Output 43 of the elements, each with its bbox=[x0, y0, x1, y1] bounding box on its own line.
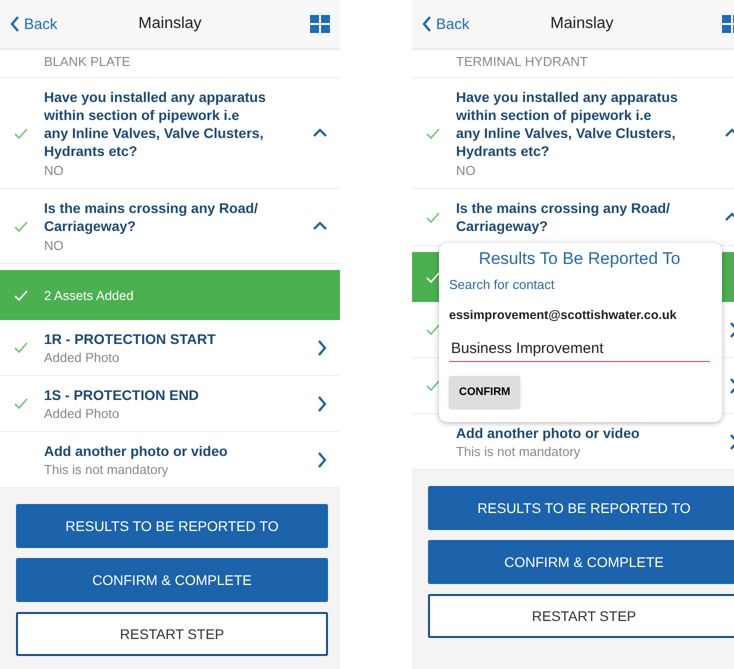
screen-title: Mainslay bbox=[549, 15, 615, 33]
grid-icon[interactable] bbox=[310, 15, 330, 33]
chevron-right-icon[interactable] bbox=[316, 452, 328, 468]
item-subtitle: Added Photo bbox=[44, 350, 120, 364]
question-text[interactable]: Is the mains crossing any Road/ Carriageway? bbox=[44, 199, 266, 235]
back-chevron-icon bbox=[422, 16, 432, 32]
chevron-right-icon[interactable] bbox=[316, 340, 328, 356]
item-title: Add another photo or video bbox=[456, 424, 641, 440]
primary-button[interactable]: RESULTS TO BE REPORTED TO bbox=[16, 504, 328, 548]
item-title: 1R - PROTECTION START bbox=[44, 330, 217, 346]
contact-email[interactable]: essimprovement@scottishwater.co.uk bbox=[449, 308, 710, 322]
item-subtitle: This is not mandatory bbox=[456, 444, 582, 458]
assets-added-text: 2 Assets Added bbox=[44, 288, 134, 302]
outline-button[interactable]: RESTART STEP bbox=[16, 612, 328, 656]
answer-text: NO bbox=[44, 163, 64, 178]
dialog-title: Results To Be Reported To bbox=[478, 249, 682, 269]
item-subtitle: This is not mandatory bbox=[44, 462, 170, 476]
answer-text: NO bbox=[456, 163, 476, 178]
answer-text: NO bbox=[44, 238, 64, 253]
confirm-button[interactable]: CONFIRM bbox=[449, 376, 520, 408]
item-title: Add another photo or video bbox=[44, 442, 229, 458]
chevron-up-icon[interactable] bbox=[312, 127, 328, 139]
previous-answer: BLANK PLATE bbox=[0, 50, 340, 78]
primary-button[interactable]: CONFIRM & COMPLETE bbox=[16, 558, 328, 602]
field-label: Search for contact bbox=[449, 277, 556, 292]
back-chevron-icon bbox=[10, 16, 20, 32]
chevron-right-icon[interactable] bbox=[316, 396, 328, 412]
item-title: 1S - PROTECTION END bbox=[44, 386, 200, 402]
screen-title: Mainslay bbox=[137, 15, 203, 33]
outline-button[interactable]: RESTART STEP bbox=[428, 594, 734, 638]
chevron-up-icon[interactable] bbox=[312, 220, 328, 232]
back-button[interactable]: Back bbox=[10, 16, 100, 32]
item-subtitle: Added Photo bbox=[44, 406, 120, 420]
contact-input-field[interactable]: Business Improvement bbox=[449, 336, 710, 362]
previous-answer: TERMINAL HYDRANT bbox=[412, 50, 734, 78]
primary-button[interactable]: CONFIRM & COMPLETE bbox=[428, 540, 734, 584]
primary-button[interactable]: RESULTS TO BE REPORTED TO bbox=[428, 486, 734, 530]
list-item[interactable]: 1S - PROTECTION END Added Photo bbox=[0, 376, 340, 432]
list-item[interactable]: 1R - PROTECTION START Added Photo bbox=[0, 320, 340, 376]
back-button[interactable]: Back bbox=[422, 16, 512, 32]
question-text[interactable]: Have you installed any apparatus within section of pipework i.e any Inline Valves, Valve Clusters, Hydrants etc? bbox=[456, 88, 678, 160]
question-text[interactable]: Is the mains crossing any Road/ Carriageway? bbox=[456, 199, 678, 235]
question-text[interactable]: Have you installed any apparatus within section of pipework i.e any Inline Valves, Valve Clusters, Hydrants etc? bbox=[44, 88, 266, 160]
